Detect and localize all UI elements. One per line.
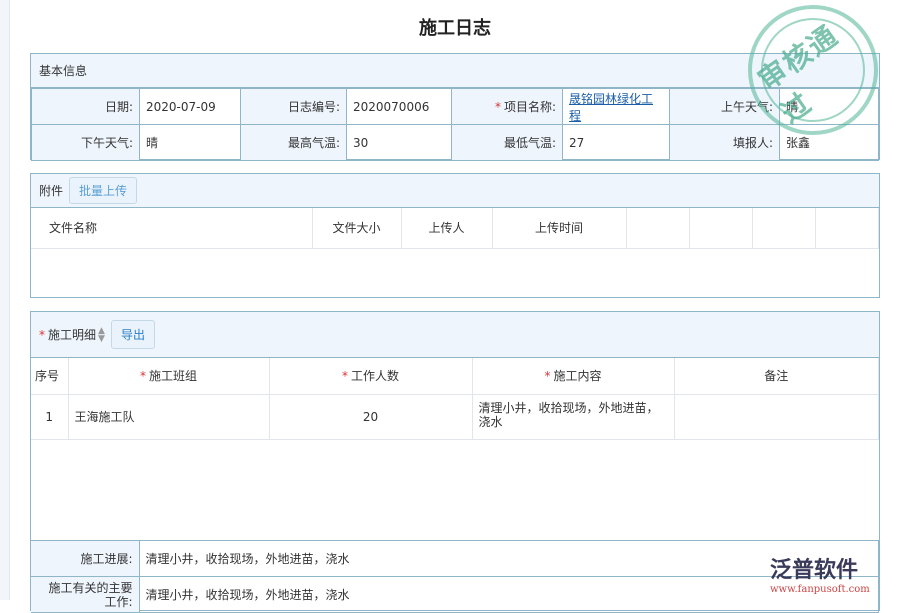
table-row[interactable]: 1 王海施工队 20 清理小井，收拾现场，外地进苗，浇水	[31, 394, 879, 439]
progress-value: 清理小井，收拾现场，外地进苗，浇水	[139, 541, 879, 577]
date-label: 日期:	[32, 89, 140, 125]
main-work-value: 清理小井，收拾现场，外地进苗，浇水	[139, 577, 879, 613]
low-temp-label: 最低气温:	[452, 125, 563, 161]
low-temp-value: 27	[563, 125, 670, 161]
filler-label: 填报人:	[670, 125, 780, 161]
log-no-value: 2020070006	[347, 89, 452, 125]
progress-label: 施工进展:	[31, 541, 139, 577]
batch-upload-button[interactable]: 批量上传	[69, 177, 137, 204]
pm-weather-value: 晴	[140, 125, 241, 161]
col-file-size: 文件大小	[312, 208, 401, 248]
high-temp-label: 最高气温:	[241, 125, 347, 161]
project-value: 晟铭园林绿化工程	[563, 89, 670, 125]
col-content: *施工内容	[472, 358, 674, 394]
export-button[interactable]: 导出	[111, 320, 155, 349]
col-team: *施工班组	[68, 358, 269, 394]
project-link[interactable]: 晟铭园林绿化工程	[569, 92, 653, 123]
left-strip	[0, 0, 10, 600]
date-value: 2020-07-09	[140, 89, 241, 125]
sort-icon[interactable]: ▲▼	[98, 327, 105, 343]
high-temp-value: 30	[347, 125, 452, 161]
col-uploader: 上传人	[401, 208, 492, 248]
pm-weather-label: 下午天气:	[32, 125, 140, 161]
main-work-label: 施工有关的主要工作:	[31, 577, 139, 613]
detail-header: 施工明细	[48, 326, 96, 343]
col-count: *工作人数	[269, 358, 472, 394]
col-seq: 序号	[31, 358, 68, 394]
log-no-label: 日志编号:	[241, 89, 347, 125]
attachment-header: 附件	[39, 182, 63, 199]
col-upload-time: 上传时间	[492, 208, 626, 248]
col-file-name: 文件名称	[31, 208, 312, 248]
detail-section: *施工明细▲▼导出 序号 *施工班组 *工作人数 *施工内容 备注 1 王海施工…	[30, 311, 880, 611]
col-note: 备注	[674, 358, 879, 394]
brand-logo: 泛普软件www.fanpusoft.com	[770, 552, 870, 595]
project-label: *项目名称:	[452, 89, 563, 125]
attachment-section: 附件批量上传 文件名称 文件大小 上传人 上传时间	[30, 173, 880, 298]
